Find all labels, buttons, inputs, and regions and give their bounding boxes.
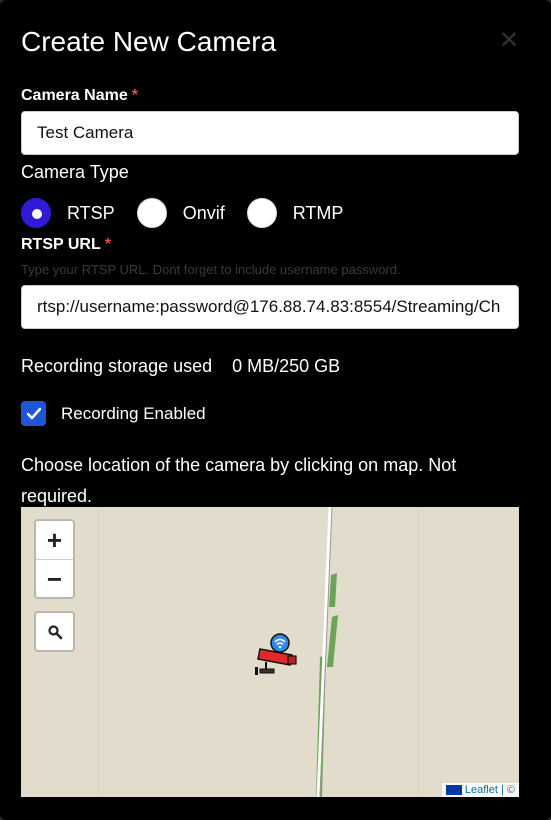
- zoom-in-button[interactable]: +: [36, 521, 73, 559]
- radio-rtmp[interactable]: RTMP: [246, 198, 344, 228]
- search-icon[interactable]: [34, 611, 75, 652]
- map-attribution: Leaflet | ©: [441, 783, 519, 797]
- recording-enabled-checkbox[interactable]: [21, 401, 46, 426]
- rtsp-url-input[interactable]: [21, 285, 519, 329]
- checkmark-icon: [26, 407, 41, 419]
- camera-name-input[interactable]: [21, 111, 519, 155]
- rtsp-url-hint: Type your RTSP URL. Dont forget to inclu…: [21, 262, 401, 277]
- attribution-text[interactable]: Leaflet | ©: [465, 784, 515, 796]
- zoom-control: + −: [34, 519, 75, 599]
- radio-rtmp-label: RTMP: [292, 202, 344, 223]
- modal-bottom-area: [0, 797, 551, 820]
- camera-name-label-text: Camera Name: [21, 87, 128, 104]
- map-green-strip: [327, 615, 338, 667]
- camera-type-label: Camera Type: [21, 162, 129, 182]
- recording-enabled-row[interactable]: Recording Enabled: [21, 401, 206, 426]
- radio-onvif-label: Onvif: [182, 202, 225, 223]
- radio-onvif[interactable]: Onvif: [136, 198, 225, 228]
- camera-type-radio-group: RTSP Onvif RTMP: [21, 198, 365, 228]
- zoom-out-button[interactable]: −: [36, 560, 73, 598]
- required-mark: *: [104, 236, 111, 253]
- radio-onvif-control[interactable]: [136, 198, 167, 228]
- location-map[interactable]: + − Leaflet | ©: [21, 507, 519, 797]
- rtsp-url-label-text: RTSP URL: [21, 236, 101, 253]
- recording-enabled-label: Recording Enabled: [61, 403, 206, 423]
- map-description: Choose location of the camera by clickin…: [21, 455, 457, 506]
- rtsp-url-label: RTSP URL *: [21, 236, 111, 254]
- radio-rtmp-control[interactable]: [246, 198, 277, 228]
- required-mark: *: [131, 87, 138, 104]
- modal-title: Create New Camera: [21, 26, 277, 57]
- close-icon[interactable]: ✕: [498, 29, 520, 53]
- storage-value: 0 MB/250 GB: [232, 356, 341, 376]
- recording-storage: Recording storage used 0 MB/250 GB: [21, 356, 340, 377]
- radio-rtsp-control[interactable]: [21, 198, 51, 228]
- camera-name-label: Camera Name *: [21, 87, 138, 105]
- radio-rtsp[interactable]: RTSP: [21, 198, 115, 228]
- flag-icon: [445, 785, 462, 795]
- map-green-strip: [329, 573, 337, 607]
- storage-label: Recording storage used: [21, 356, 213, 376]
- create-camera-modal: Create New Camera ✕ Camera Name* Camera …: [0, 0, 551, 820]
- map-road: [316, 507, 332, 797]
- radio-rtsp-label: RTSP: [67, 202, 115, 223]
- camera-marker-icon[interactable]: [252, 631, 302, 681]
